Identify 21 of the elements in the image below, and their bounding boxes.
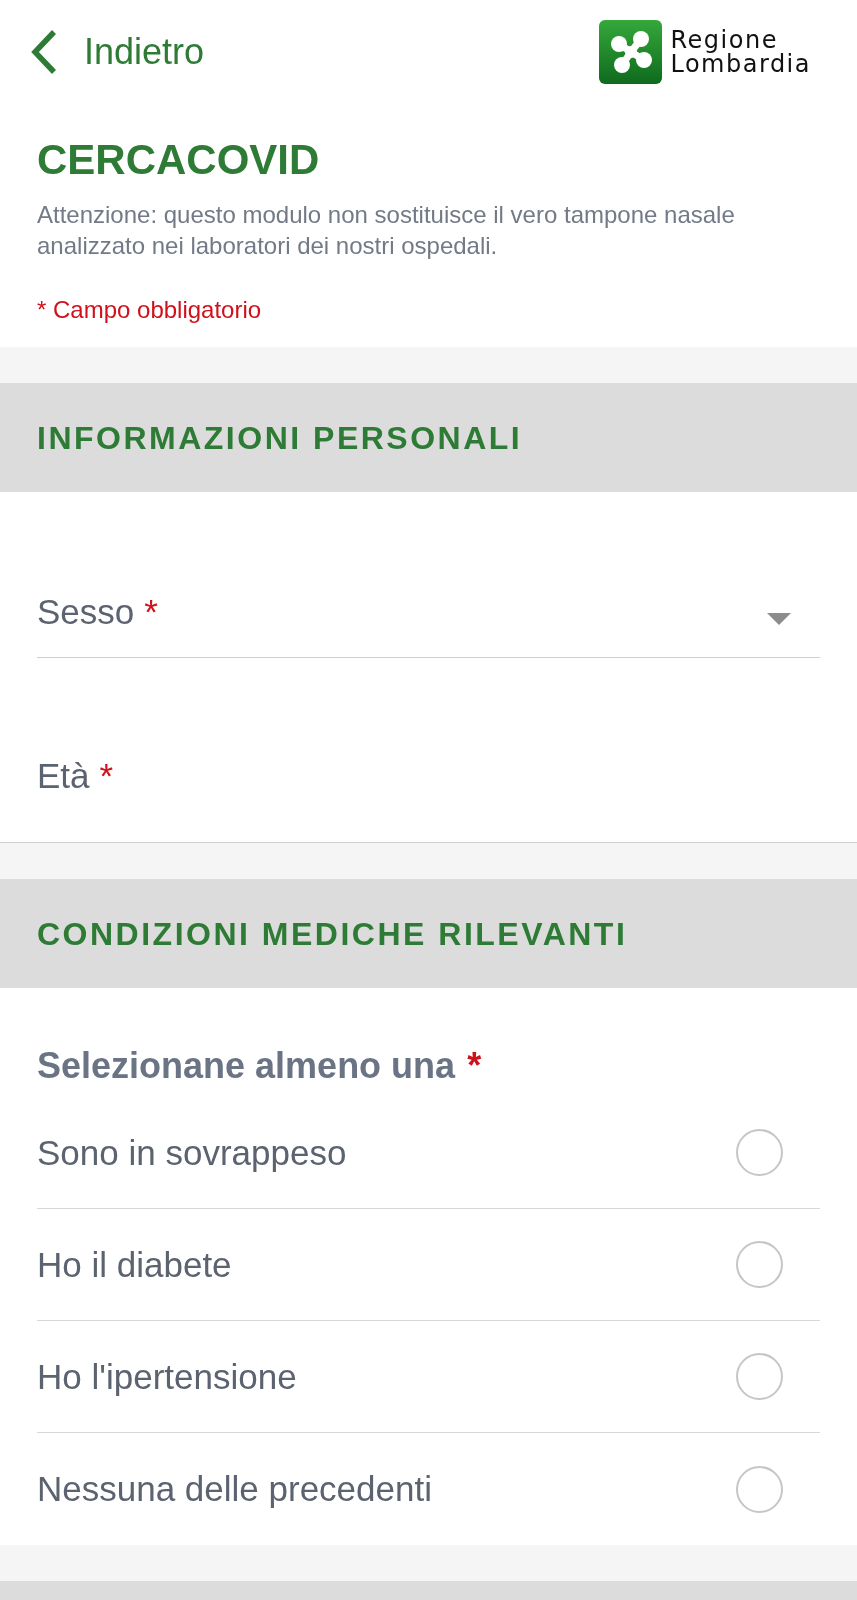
question-text: Selezionane almeno una * (37, 1045, 482, 1087)
option-label: Ho il diabete (37, 1244, 232, 1285)
logo-text: Regione (670, 28, 778, 52)
dropdown-field[interactable]: Sesso * (37, 592, 820, 658)
flower-logo-icon (599, 20, 663, 84)
required-note: * Campo obbligatorio (37, 295, 263, 325)
option-label: Nessuna delle precedenti (37, 1469, 432, 1509)
input-field[interactable]: Età * (37, 756, 820, 842)
checkbox[interactable] (736, 1241, 783, 1288)
back-button[interactable]: Indietro (28, 28, 205, 76)
notice-text: Attenzione: questo modulo non sostituisce il vero tampone nasale analizzato nei laboratori dei nostri ospedali. (37, 200, 736, 261)
checkbox[interactable] (736, 1465, 783, 1513)
checkbox[interactable] (736, 1129, 783, 1176)
option-label: Ho l'ipertensione (37, 1356, 297, 1397)
option-label: Sono in sovrappeso (37, 1132, 347, 1173)
logo-text: Lombardia (670, 52, 811, 76)
checkbox[interactable] (736, 1353, 783, 1400)
section-heading: INFORMAZIONI PERSONALI (37, 418, 523, 458)
page-title: CERCACOVID (37, 136, 321, 184)
caret-down-icon (767, 613, 791, 625)
section-heading: CONDIZIONI MEDICHE RILEVANTI (37, 914, 628, 954)
